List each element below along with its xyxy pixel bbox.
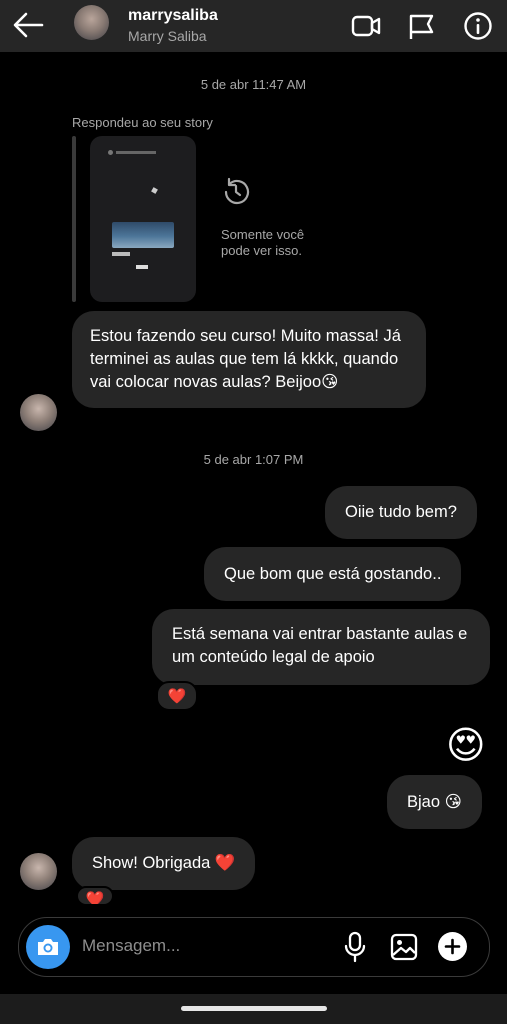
emoji-message[interactable]: 😍: [446, 724, 486, 768]
reaction-heart[interactable]: ❤️: [156, 681, 198, 711]
story-reply-label: Respondeu ao seu story: [72, 115, 213, 130]
reaction-heart[interactable]: ❤️: [76, 886, 114, 906]
message-bubble-outgoing[interactable]: Está semana vai entrar bastante aulas e …: [152, 609, 490, 685]
restricted-note: Somente você pode ver isso.: [221, 227, 305, 258]
header-avatar[interactable]: [74, 5, 109, 40]
message-input[interactable]: Mensagem...: [82, 936, 180, 956]
message-bubble-incoming[interactable]: Estou fazendo seu curso! Muito massa! Já…: [72, 311, 426, 408]
back-arrow-icon[interactable]: [10, 10, 46, 40]
header-full-name: Marry Saliba: [128, 28, 207, 44]
home-gesture-pill[interactable]: [181, 1006, 327, 1011]
reply-quote-bar: [72, 136, 76, 302]
sender-avatar[interactable]: [20, 853, 57, 890]
message-bubble-outgoing[interactable]: Oiie tudo bem?: [325, 486, 477, 539]
header-username[interactable]: marrysaliba: [128, 7, 218, 25]
gallery-icon[interactable]: [389, 932, 419, 962]
add-icon: [444, 938, 461, 955]
camera-button[interactable]: [26, 925, 70, 969]
message-bubble-incoming[interactable]: Show! Obrigada ❤️: [72, 837, 256, 890]
sender-avatar[interactable]: [20, 394, 57, 431]
flag-icon[interactable]: [406, 10, 438, 42]
story-thumbnail[interactable]: [90, 136, 196, 302]
timestamp: 5 de abr 11:47 AM: [200, 77, 307, 92]
info-icon[interactable]: [462, 10, 494, 42]
add-button[interactable]: [438, 932, 467, 961]
message-bubble-outgoing[interactable]: Que bom que está gostando..: [204, 547, 462, 601]
timestamp: 5 de abr 1:07 PM: [203, 452, 304, 467]
camera-icon: [38, 939, 58, 955]
history-icon: [224, 177, 250, 205]
microphone-icon[interactable]: [341, 931, 369, 963]
message-bubble-outgoing[interactable]: Bjao 😘: [387, 775, 482, 829]
video-call-icon[interactable]: [350, 10, 382, 42]
